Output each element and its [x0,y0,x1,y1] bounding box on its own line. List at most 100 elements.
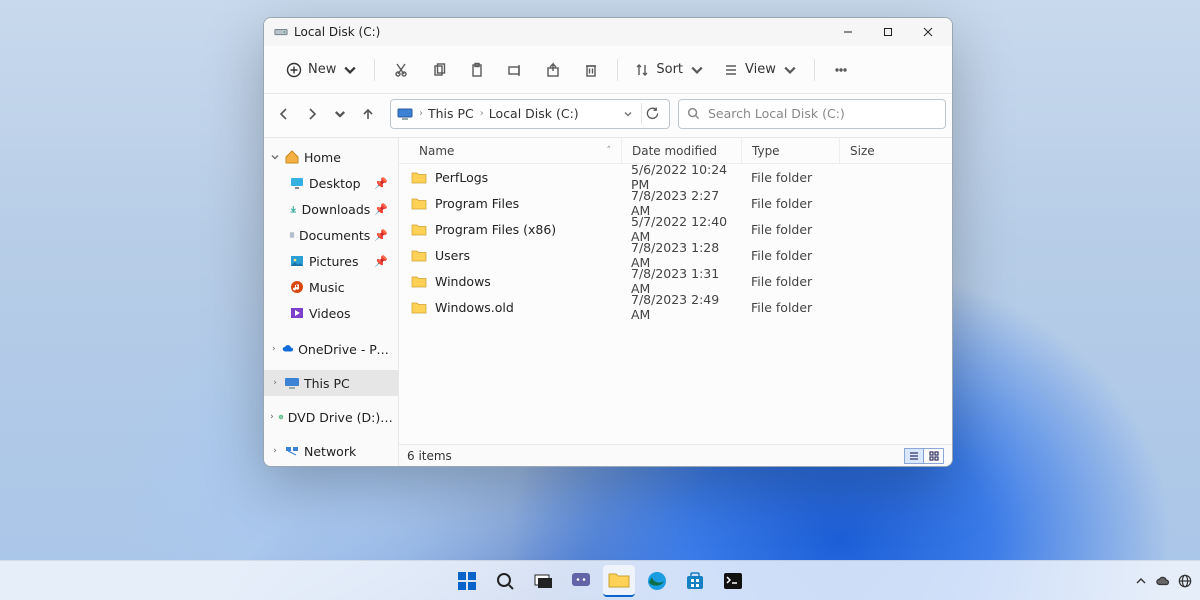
tray-overflow-icon[interactable] [1134,574,1148,588]
file-name: PerfLogs [435,170,488,185]
sidebar-item-documents[interactable]: Documents📌 [264,222,398,248]
sidebar-item-desktop[interactable]: Desktop 📌 [264,170,398,196]
file-type: File folder [741,248,839,263]
pc-icon [397,107,413,121]
expand-icon[interactable]: › [270,446,280,456]
table-row[interactable]: Users7/8/2023 1:28 AMFile folder [399,242,952,268]
address-bar[interactable]: › This PC › Local Disk (C:) [390,99,670,129]
network-icon [284,443,300,459]
start-button[interactable] [451,565,483,597]
sidebar-dvd[interactable]: › DVD Drive (D:) CCCOMA_X64FRE_EN-US_DV9 [264,404,398,430]
sidebar-label: DVD Drive (D:) CCCOMA_X64FRE_EN-US_DV9 [288,410,394,425]
separator [374,59,375,81]
expand-icon[interactable]: › [270,412,274,422]
task-view-button[interactable] [527,565,559,597]
collapse-icon[interactable] [270,152,280,162]
folder-icon [411,196,427,210]
column-size[interactable]: Size [839,138,909,163]
table-row[interactable]: PerfLogs5/6/2022 10:24 PMFile folder [399,164,952,190]
search-button[interactable] [489,565,521,597]
sidebar-network[interactable]: › Network [264,438,398,464]
taskbar [0,560,1200,600]
search-input[interactable]: Search Local Disk (C:) [678,99,946,129]
expand-icon[interactable]: › [270,378,280,388]
sidebar-onedrive[interactable]: › OneDrive - Personal [264,336,398,362]
sidebar-thispc[interactable]: › This PC [264,370,398,396]
delete-button[interactable] [573,54,609,86]
table-row[interactable]: Program Files (x86)5/7/2022 12:40 AMFile… [399,216,952,242]
up-button[interactable] [354,98,382,130]
pin-icon: 📌 [374,177,388,190]
close-button[interactable] [908,18,948,46]
breadcrumb-item[interactable]: Local Disk (C:) [489,106,579,121]
sidebar-item-music[interactable]: Music [264,274,398,300]
details-view-button[interactable] [904,448,924,464]
refresh-button[interactable] [641,103,663,125]
system-tray[interactable] [1134,574,1192,588]
breadcrumb-item[interactable]: This PC [428,106,474,121]
search-icon [687,107,700,120]
search-placeholder: Search Local Disk (C:) [708,106,845,121]
forward-button[interactable] [298,98,326,130]
file-date: 7/8/2023 2:49 AM [621,292,741,322]
taskbar-chat[interactable] [565,565,597,597]
back-button[interactable] [270,98,298,130]
file-list: Name˄ Date modified Type Size PerfLogs5/… [399,138,952,466]
column-headers: Name˄ Date modified Type Size [399,138,952,164]
column-type[interactable]: Type [741,138,839,163]
sidebar-label: Videos [309,306,351,321]
sidebar-home[interactable]: Home [264,144,398,170]
sidebar-label: Desktop [309,176,361,191]
table-row[interactable]: Windows.old7/8/2023 2:49 AMFile folder [399,294,952,320]
sidebar-label: Home [304,150,341,165]
rename-button[interactable] [497,54,533,86]
pin-icon: 📌 [374,229,388,242]
copy-button[interactable] [421,54,457,86]
table-row[interactable]: Program Files7/8/2023 2:27 AMFile folder [399,190,952,216]
chevron-right-icon: › [419,108,423,119]
share-button[interactable] [535,54,571,86]
view-button[interactable]: View [715,54,806,86]
separator [814,59,815,81]
chevron-right-icon: › [480,108,484,119]
taskbar-terminal[interactable] [717,565,749,597]
item-count: 6 items [407,449,452,463]
sidebar-item-pictures[interactable]: Pictures📌 [264,248,398,274]
cut-button[interactable] [383,54,419,86]
folder-icon [411,248,427,262]
more-button[interactable] [823,54,859,86]
address-dropdown[interactable] [619,105,637,123]
home-icon [284,149,300,165]
table-row[interactable]: Windows7/8/2023 1:31 AMFile folder [399,268,952,294]
expand-icon[interactable]: › [270,344,278,354]
new-button[interactable]: New [278,54,366,86]
recent-button[interactable] [326,98,354,130]
sidebar-label: OneDrive - Personal [298,342,394,357]
sidebar-item-videos[interactable]: Videos [264,300,398,326]
sort-label: Sort [656,62,683,77]
document-icon [289,227,295,243]
onedrive-tray-icon[interactable] [1156,574,1170,588]
sidebar-label: Network [304,444,356,459]
thumbnails-view-button[interactable] [924,448,944,464]
column-date[interactable]: Date modified [621,138,741,163]
pc-icon [284,375,300,391]
folder-icon [411,274,427,288]
network-tray-icon[interactable] [1178,574,1192,588]
view-label: View [745,62,776,77]
sort-button[interactable]: Sort [626,54,713,86]
taskbar-explorer[interactable] [603,565,635,597]
minimize-button[interactable] [828,18,868,46]
window-title: Local Disk (C:) [294,25,380,39]
titlebar[interactable]: Local Disk (C:) [264,18,952,46]
download-icon [289,201,298,217]
taskbar-store[interactable] [679,565,711,597]
maximize-button[interactable] [868,18,908,46]
column-name[interactable]: Name˄ [399,138,621,163]
taskbar-edge[interactable] [641,565,673,597]
sidebar-label: Music [309,280,345,295]
sidebar-item-downloads[interactable]: Downloads📌 [264,196,398,222]
paste-button[interactable] [459,54,495,86]
new-label: New [308,62,336,77]
file-type: File folder [741,222,839,237]
